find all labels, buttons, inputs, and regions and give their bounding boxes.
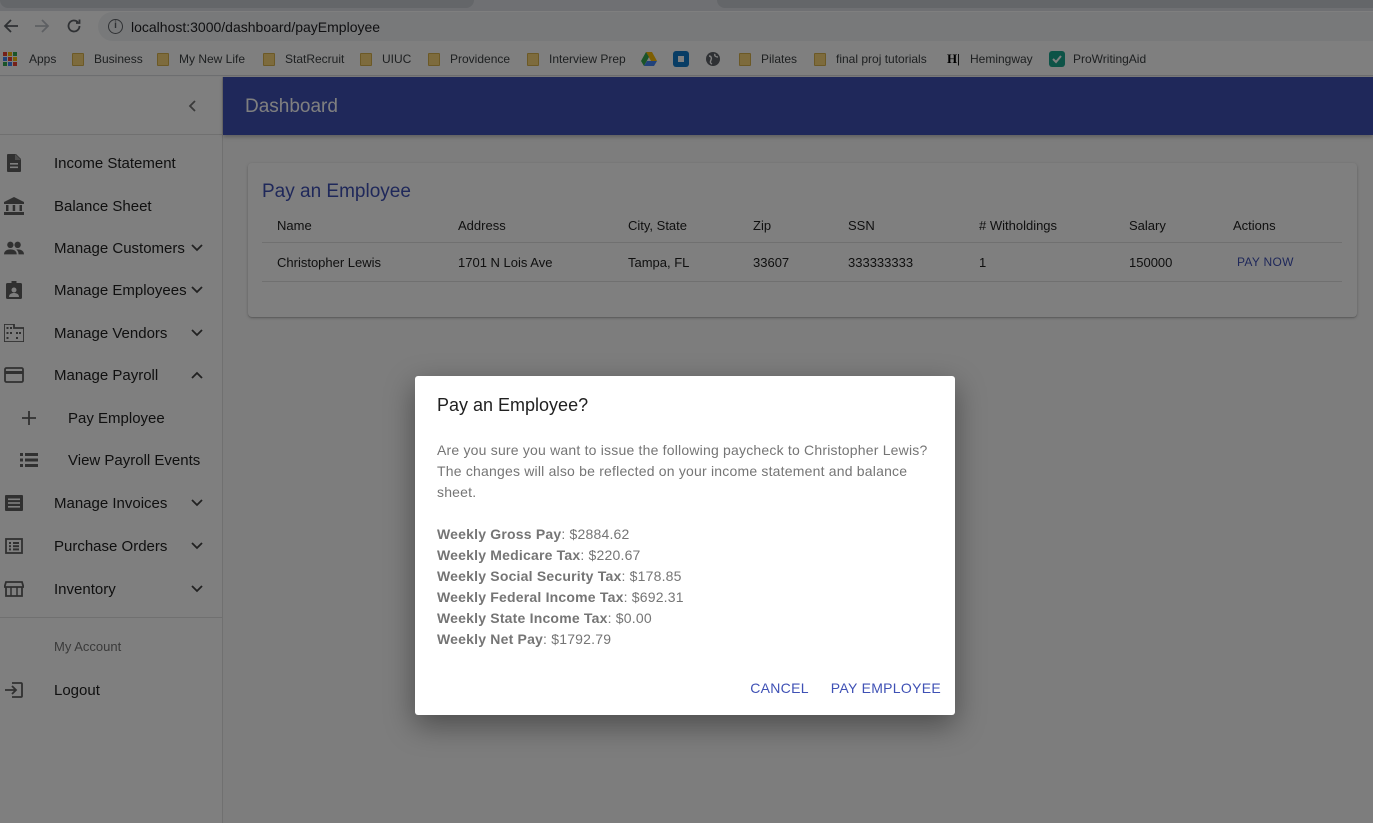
confirm-pay-dialog: Pay an Employee? Are you sure you want t… (415, 376, 955, 715)
figure-label: Weekly Federal Income Tax (437, 589, 624, 605)
dialog-message: Are you sure you want to issue the follo… (437, 442, 928, 500)
figure-label: Weekly Gross Pay (437, 526, 562, 542)
figure-line: Weekly Medicare Tax: $220.67 (437, 545, 684, 566)
figure-value: : $220.67 (580, 547, 641, 563)
figure-line: Weekly Federal Income Tax: $692.31 (437, 587, 684, 608)
figure-value: : $0.00 (607, 610, 652, 626)
figure-value: : $692.31 (623, 589, 684, 605)
figure-line: Weekly Net Pay: $1792.79 (437, 629, 684, 650)
dialog-title: Pay an Employee? (437, 395, 589, 415)
figure-line: Weekly Gross Pay: $2884.62 (437, 524, 684, 545)
cancel-button[interactable]: CANCEL (750, 680, 809, 696)
figure-value: : $178.85 (621, 568, 682, 584)
figure-value: : $1792.79 (543, 631, 612, 647)
figure-line: Weekly Social Security Tax: $178.85 (437, 566, 684, 587)
figure-label: Weekly State Income Tax (437, 610, 608, 626)
figure-label: Weekly Medicare Tax (437, 547, 581, 563)
figure-line: Weekly State Income Tax: $0.00 (437, 608, 684, 629)
pay-figures: Weekly Gross Pay: $2884.62 Weekly Medica… (437, 524, 684, 650)
figure-label: Weekly Social Security Tax (437, 568, 622, 584)
figure-value: : $2884.62 (561, 526, 630, 542)
figure-label: Weekly Net Pay (437, 631, 544, 647)
pay-employee-button[interactable]: PAY EMPLOYEE (831, 680, 941, 696)
dialog-actions: CANCEL PAY EMPLOYEE (750, 680, 941, 696)
